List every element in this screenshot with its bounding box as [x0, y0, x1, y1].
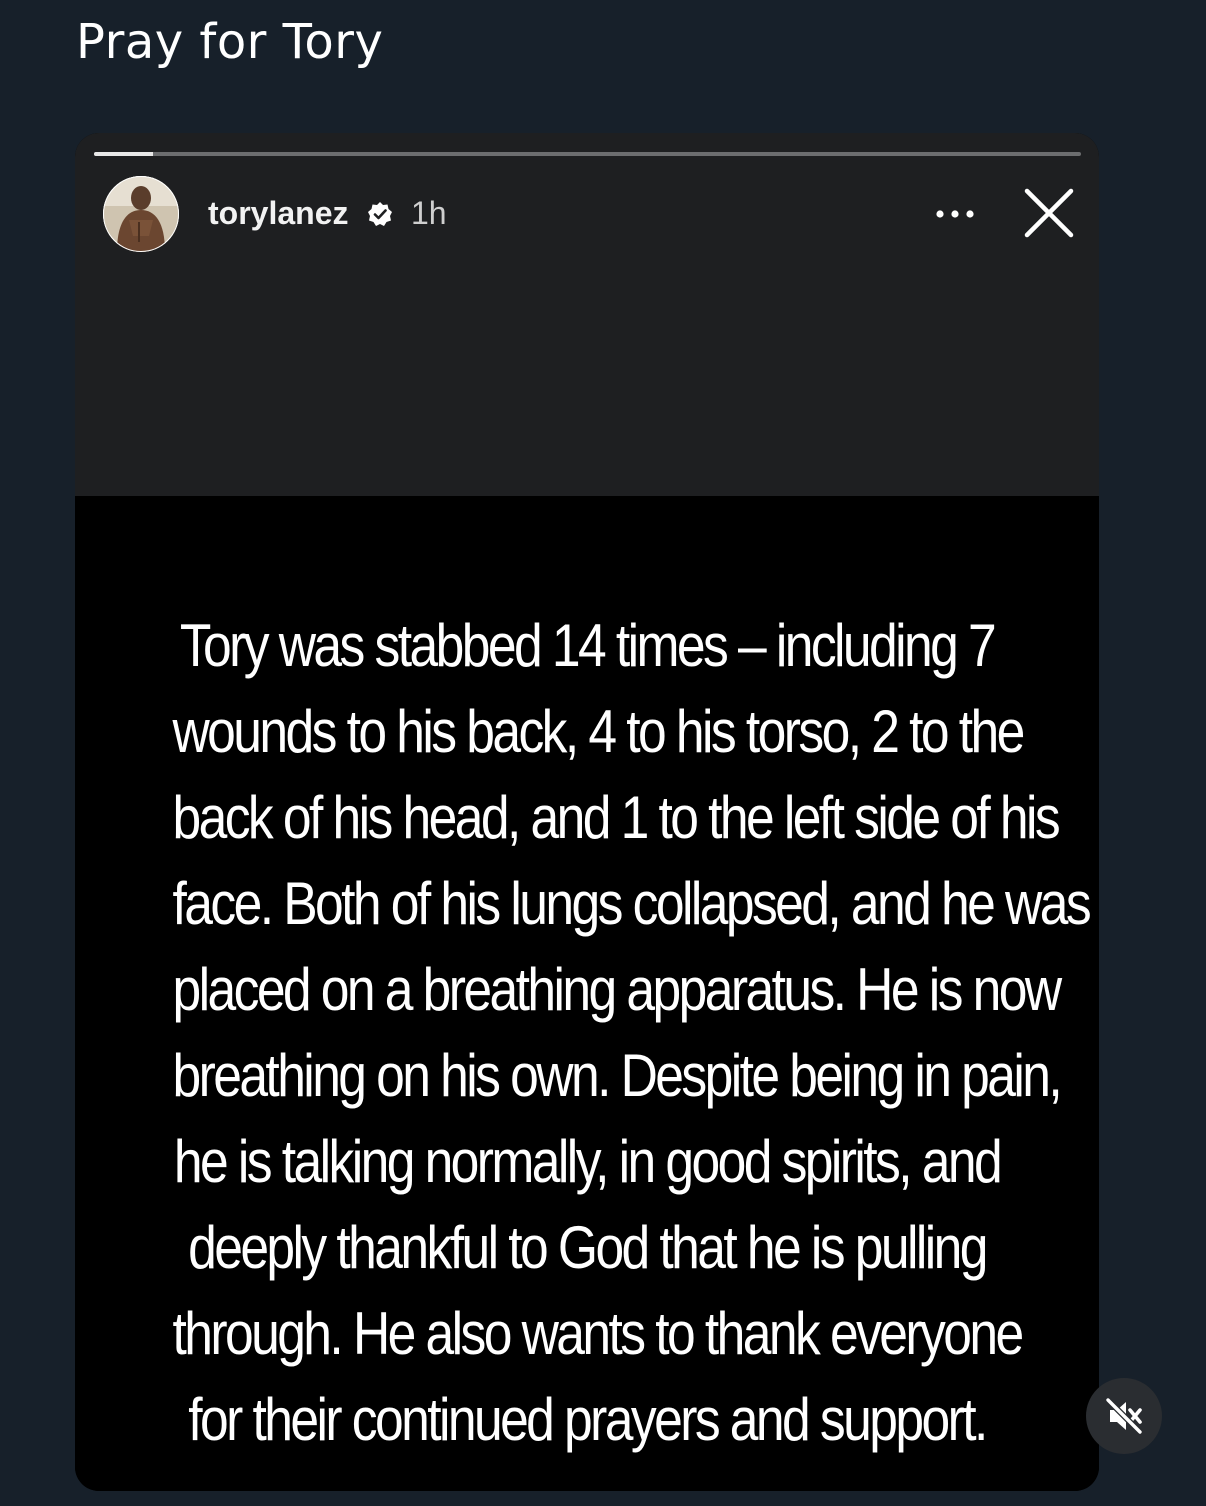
username[interactable]: torylanez	[208, 194, 348, 232]
caption-line: back of his head, and 1 to the left side…	[172, 784, 1060, 851]
close-icon[interactable]	[1019, 183, 1079, 243]
verified-badge-icon	[368, 202, 392, 226]
page: Pray for Tory torylanez 1h Tory was stab…	[0, 0, 1206, 1506]
story-progress-fill	[94, 152, 154, 156]
caption-line: deeply thankful to God that he is pullin…	[188, 1214, 988, 1281]
caption-line: placed on a breathing apparatus. He is n…	[172, 956, 1062, 1023]
avatar-image	[103, 176, 179, 252]
caption-line: for their continued prayers and support.	[188, 1386, 988, 1453]
caption-line: through. He also wants to thank everyone	[172, 1300, 1024, 1367]
caption-line: face. Both of his lungs collapsed, and h…	[172, 870, 1091, 937]
story-content: Tory was stabbed 14 times – including 7 w…	[75, 496, 1099, 1491]
mute-toggle-button[interactable]	[1086, 1378, 1162, 1454]
caption-line: breathing on his own. Despite being in p…	[172, 1042, 1062, 1109]
post-time: 1h	[411, 195, 447, 231]
caption-line: Tory was stabbed 14 times – including 7	[179, 612, 997, 679]
more-options-icon[interactable]	[931, 197, 979, 231]
story-caption: Tory was stabbed 14 times – including 7 w…	[172, 603, 1091, 1463]
speaker-muted-icon	[1105, 1397, 1143, 1435]
caption-line: wounds to his back, 4 to his torso, 2 to…	[172, 698, 1025, 765]
story-header-area: torylanez 1h	[75, 133, 1099, 496]
avatar[interactable]	[103, 176, 179, 252]
post-text: Pray for Tory	[76, 14, 384, 70]
story-progress-bar	[94, 152, 1081, 156]
story-card[interactable]: torylanez 1h Tory was stabbed 14 times –…	[75, 133, 1099, 1491]
caption-line: he is talking normally, in good spirits,…	[173, 1128, 1003, 1195]
